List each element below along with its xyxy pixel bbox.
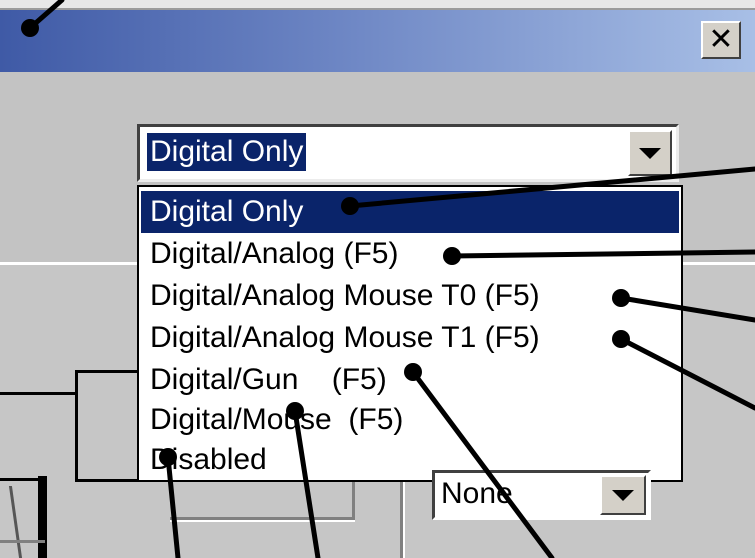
secondary-select-dropdown-button[interactable] (600, 475, 646, 515)
combobox-dropdown-button[interactable] (628, 130, 672, 176)
dropdown-option-digital-analog[interactable]: Digital/Analog (F5) (141, 233, 679, 275)
connector-line (75, 479, 137, 482)
control-outline (0, 478, 40, 481)
chevron-down-icon (639, 147, 661, 159)
dropdown-option-digital-mouse[interactable]: Digital/Mouse (F5) (141, 399, 679, 441)
dropdown-option-digital-only[interactable]: Digital Only (141, 191, 679, 233)
control-outline (38, 476, 47, 558)
connector-line (75, 370, 137, 373)
combobox-selected-value[interactable]: Digital Only (147, 133, 307, 171)
close-button[interactable]: ✕ (701, 21, 741, 59)
input-mode-dropdown-list[interactable]: Digital Only Digital/Analog (F5) Digital… (137, 185, 683, 482)
dropdown-option-digital-analog-mouse-t0[interactable]: Digital/Analog Mouse T0 (F5) (141, 275, 679, 317)
secondary-select-value[interactable]: None (441, 472, 513, 516)
close-icon: ✕ (708, 23, 734, 56)
title-bar[interactable] (0, 10, 755, 72)
connector-line (0, 392, 78, 395)
chevron-down-icon (612, 489, 634, 501)
group-box-edge (352, 482, 355, 520)
connector-line (75, 370, 78, 482)
dropdown-option-digital-analog-mouse-t1[interactable]: Digital/Analog Mouse T1 (F5) (141, 317, 679, 359)
dropdown-option-digital-gun[interactable]: Digital/Gun (F5) (141, 359, 679, 401)
group-box-edge (403, 482, 405, 558)
control-outline (0, 540, 45, 543)
group-box-edge (170, 520, 355, 522)
window-frame-edge (0, 0, 755, 10)
